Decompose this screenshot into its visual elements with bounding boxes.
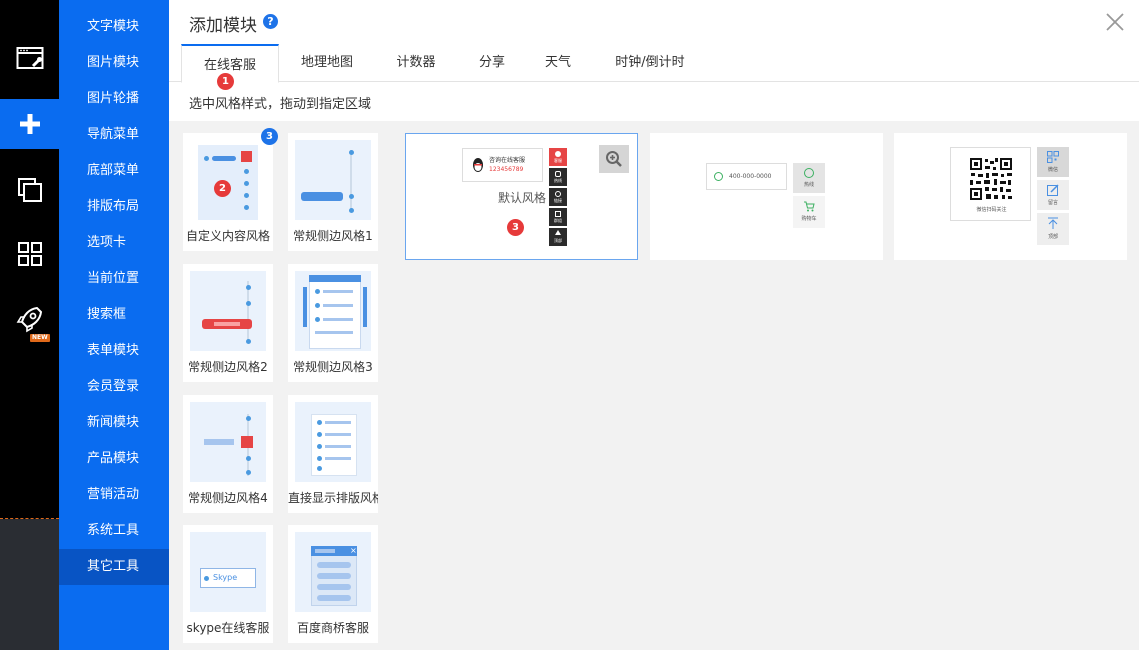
- module-label: 常规侧边风格4: [188, 491, 268, 505]
- menu-item-marketing[interactable]: 营销活动: [59, 477, 169, 513]
- help-icon[interactable]: ?: [263, 14, 278, 29]
- grid-apps-icon[interactable]: [0, 229, 59, 279]
- menu-item-image-module[interactable]: 图片模块: [59, 45, 169, 81]
- top-button: 顶部: [1037, 213, 1069, 245]
- zoom-in-button[interactable]: [599, 145, 629, 173]
- rail-bottom-panel: [0, 519, 59, 650]
- message-button: 留言: [1037, 180, 1069, 210]
- plus-icon[interactable]: [0, 99, 59, 149]
- cart-button: 购物车: [793, 196, 825, 228]
- module-thumb: Skype: [190, 532, 266, 612]
- phone-number: 400-000-0000: [729, 173, 772, 180]
- menu-item-system-tools[interactable]: 系统工具: [59, 513, 169, 549]
- qr-caption: 微信扫码关注: [976, 207, 1007, 213]
- module-thumb: [295, 271, 371, 351]
- style-card-phone[interactable]: 400-000-0000 热线 购物车: [650, 133, 883, 260]
- close-icon: ×: [350, 546, 357, 555]
- module-thumb: [190, 402, 266, 482]
- menu-item-form-module[interactable]: 表单模块: [59, 333, 169, 369]
- module-card-direct[interactable]: 直接显示排版风格: [288, 395, 378, 513]
- module-label: 常规侧边风格3: [293, 360, 373, 374]
- tab-map[interactable]: 地理地图: [285, 44, 369, 82]
- zoom-in-icon: [606, 151, 622, 167]
- menu-item-text-module[interactable]: 文字模块: [59, 9, 169, 45]
- menu-item-image-carousel[interactable]: 图片轮播: [59, 81, 169, 117]
- module-thumb: [190, 271, 266, 351]
- module-card-skype[interactable]: Skype skype在线客服: [183, 525, 273, 643]
- new-badge: NEW: [30, 334, 50, 342]
- module-label: 自定义内容风格: [185, 229, 270, 243]
- qr-code-icon: [968, 156, 1014, 202]
- menu-item-footer-menu[interactable]: 底部菜单: [59, 153, 169, 189]
- module-card-baidu[interactable]: × 百度商桥客服: [288, 525, 378, 643]
- module-card-side-1[interactable]: 常规侧边风格1: [288, 133, 378, 251]
- count-badge: 3: [261, 128, 278, 145]
- icon-rail: NEW: [0, 0, 59, 650]
- module-label: 直接显示排版风格: [288, 491, 378, 505]
- step-badge-1: 1: [217, 73, 234, 90]
- hotline-button: 热线: [793, 163, 825, 193]
- menu-item-layout[interactable]: 排版布局: [59, 189, 169, 225]
- qq-contact-box: 咨询在线客服 123456789: [462, 148, 543, 182]
- module-list-pane: 自定义内容风格 2 3 常规侧边风格1 常规侧边风格2 常规侧边风格3 常规侧边…: [169, 121, 394, 650]
- close-icon[interactable]: [1104, 11, 1126, 33]
- qq-number: 123456789: [489, 166, 524, 173]
- browser-settings-icon[interactable]: [0, 34, 59, 84]
- module-thumb: [295, 402, 371, 482]
- menu-item-member-login[interactable]: 会员登录: [59, 369, 169, 405]
- hotline-button: 热线: [549, 168, 567, 186]
- style-card-default[interactable]: 咨询在线客服 123456789 客服 热线 链接 群组 顶部 默认风格: [405, 133, 638, 260]
- module-label: 百度商桥客服: [296, 621, 369, 635]
- tab-share[interactable]: 分享: [467, 44, 517, 82]
- qq-penguin-icon: [473, 158, 483, 172]
- tab-counter[interactable]: 计数器: [381, 44, 451, 82]
- tab-clock-countdown[interactable]: 时钟/倒计时: [601, 44, 699, 82]
- service-button: 客服: [549, 148, 567, 166]
- qq-title: 咨询在线客服: [489, 157, 526, 164]
- module-card-side-3[interactable]: 常规侧边风格3: [288, 264, 378, 382]
- module-card-side-2[interactable]: 常规侧边风格2: [183, 264, 273, 382]
- menu-item-breadcrumb[interactable]: 当前位置: [59, 261, 169, 297]
- group-button: 群组: [549, 208, 567, 226]
- module-label: 常规侧边风格2: [188, 360, 268, 374]
- link-button: 链接: [549, 188, 567, 206]
- menu-item-search-box[interactable]: 搜索框: [59, 297, 169, 333]
- wechat-button: 微信: [1037, 147, 1069, 177]
- top-button: 顶部: [549, 228, 567, 246]
- copy-pages-icon[interactable]: [0, 165, 59, 215]
- qrcode-box: 微信扫码关注: [950, 147, 1031, 221]
- style-label: 默认风格: [498, 191, 547, 205]
- menu-item-news-module[interactable]: 新闻模块: [59, 405, 169, 441]
- step-badge-2: 2: [214, 180, 231, 197]
- module-card-side-4[interactable]: 常规侧边风格4: [183, 395, 273, 513]
- menu-item-other-tools[interactable]: 其它工具: [59, 549, 169, 585]
- style-gallery: 咨询在线客服 123456789 客服 热线 链接 群组 顶部 默认风格 3 4…: [394, 121, 1139, 650]
- module-label: 常规侧边风格1: [293, 229, 373, 243]
- menu-item-nav-menu[interactable]: 导航菜单: [59, 117, 169, 153]
- tab-weather[interactable]: 天气: [533, 44, 583, 82]
- menu-item-tabs[interactable]: 选项卡: [59, 225, 169, 261]
- dialog-title: 添加模块: [189, 16, 257, 36]
- module-thumb: ×: [295, 532, 371, 612]
- style-card-qrcode[interactable]: 微信扫码关注 微信 留言 顶部: [894, 133, 1127, 260]
- menu-item-product-module[interactable]: 产品模块: [59, 441, 169, 477]
- drag-hint: 选中风格样式，拖动到指定区域: [189, 97, 372, 112]
- step-badge-3: 3: [507, 219, 524, 236]
- phone-box: 400-000-0000: [706, 163, 787, 190]
- module-category-menu: 文字模块 图片模块 图片轮播 导航菜单 底部菜单 排版布局 选项卡 当前位置 搜…: [59, 0, 169, 650]
- module-thumb: [295, 140, 371, 220]
- tab-bar: 在线客服 地理地图 计数器 分享 天气 时钟/倒计时: [169, 44, 1139, 83]
- module-label: skype在线客服: [186, 621, 270, 635]
